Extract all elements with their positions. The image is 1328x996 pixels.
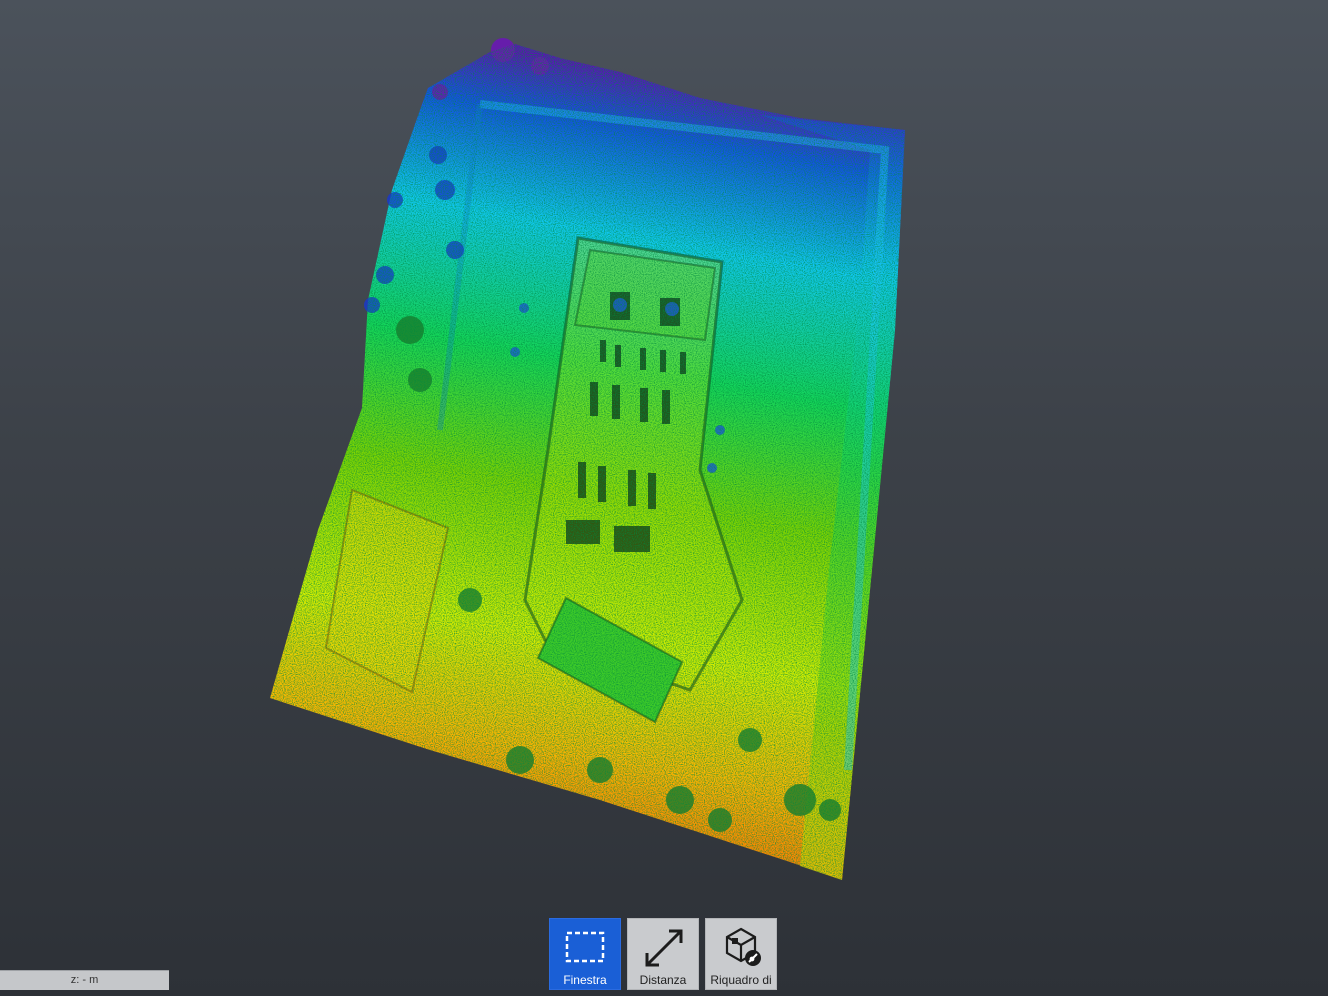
z-coordinate-readout: z: - m bbox=[0, 970, 169, 990]
riquadro-button[interactable]: Riquadro di bbox=[705, 918, 777, 990]
measurement-toolbar: Finestra Distanza Riquadro di bbox=[549, 918, 777, 990]
finestra-button[interactable]: Finestra bbox=[549, 918, 621, 990]
point-grain bbox=[270, 44, 905, 880]
3d-viewport[interactable]: Finestra Distanza Riquadro di z: - m bbox=[0, 0, 1328, 996]
bounding-box-icon bbox=[725, 927, 761, 966]
riquadro-label: Riquadro di bbox=[710, 973, 772, 987]
selection-window-icon bbox=[565, 931, 605, 963]
finestra-label: Finestra bbox=[563, 973, 607, 987]
distanza-button[interactable]: Distanza bbox=[627, 918, 699, 990]
point-cloud-view[interactable] bbox=[0, 0, 1328, 996]
distance-measure-icon bbox=[645, 929, 683, 967]
distanza-label: Distanza bbox=[639, 973, 687, 987]
